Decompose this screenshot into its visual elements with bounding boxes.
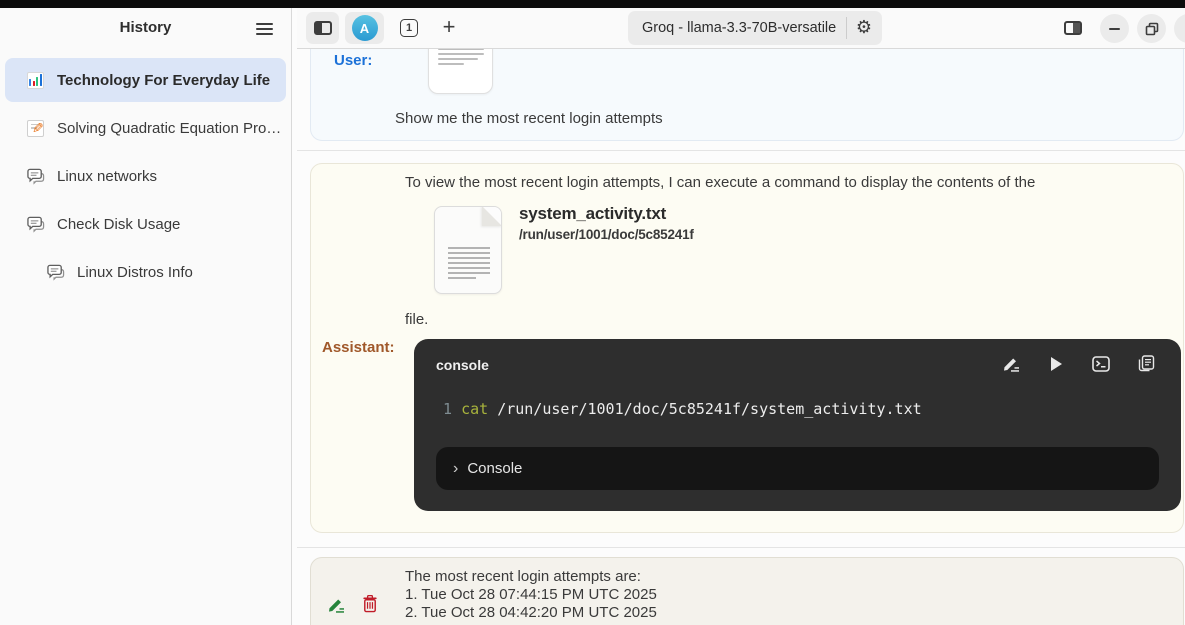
toggle-sidebar-button[interactable] <box>306 12 339 44</box>
file-attachment-icon[interactable] <box>434 206 502 294</box>
sidebar-item-technology-for-everyday-life[interactable]: Technology For Everyday Life <box>5 58 286 102</box>
chat-bubbles-icon <box>27 216 44 233</box>
profile-button[interactable]: A <box>345 12 384 44</box>
assistant-result-card: The most recent login attempts are: 1. T… <box>310 557 1184 625</box>
attachment-filename[interactable]: system_activity.txt <box>519 204 666 224</box>
console-output-expander[interactable]: › Console <box>436 447 1159 490</box>
console-expander-label: Console <box>467 460 522 477</box>
result-line: 1. Tue Oct 28 07:44:15 PM UTC 2025 <box>405 586 657 604</box>
sidebar-item-linux-networks[interactable]: Linux networks <box>5 154 286 198</box>
minimize-button[interactable] <box>1100 14 1129 43</box>
assistant-message-card: To view the most recent login attempts, … <box>310 163 1184 533</box>
chat-bubbles-icon <box>47 264 64 281</box>
edit-message-icon[interactable] <box>327 596 345 614</box>
run-code-icon[interactable] <box>1047 355 1065 373</box>
result-line: 2. Tue Oct 28 04:42:20 PM UTC 2025 <box>405 604 657 622</box>
copy-code-icon[interactable] <box>1137 355 1155 373</box>
assistant-intro-text: To view the most recent login attempts, … <box>405 174 1065 191</box>
sidebar-item-label: Technology For Everyday Life <box>57 72 270 89</box>
attachment-path: /run/user/1001/doc/5c85241f <box>519 227 694 242</box>
new-tab-button[interactable]: + <box>436 13 462 41</box>
panel-right-icon <box>1064 21 1082 35</box>
console-block-title: console <box>436 357 489 373</box>
document-thumbnail-icon[interactable] <box>428 49 493 94</box>
history-list: Technology For Everyday Life ✎ Solving Q… <box>5 58 286 298</box>
minimize-icon <box>1109 28 1120 30</box>
panel-left-icon <box>314 21 332 35</box>
assistant-outro-text: file. <box>405 311 428 328</box>
user-role-label: User: <box>334 52 372 69</box>
sidebar-item-label: Linux Distros Info <box>77 264 193 281</box>
close-button[interactable] <box>1174 14 1185 43</box>
result-line: The most recent login attempts are: <box>405 568 657 586</box>
tab-counter-button[interactable]: 1 <box>400 19 418 37</box>
main-header: A 1 + Groq - llama-3.3-70B-versatile ⚙ <box>297 8 1185 49</box>
code-line[interactable]: 1 cat /run/user/1001/doc/5c85241f/system… <box>443 400 922 418</box>
message-separator <box>297 547 1185 548</box>
line-number: 1 <box>443 400 452 418</box>
sidebar-item-linux-distros-info[interactable]: Linux Distros Info <box>5 250 286 294</box>
pill-divider <box>846 17 847 39</box>
user-message-card: User: Show me the most recent login atte… <box>310 49 1184 141</box>
avatar: A <box>352 15 378 41</box>
sidebar-title: History <box>0 19 291 36</box>
sidebar-item-label: Check Disk Usage <box>57 216 180 233</box>
gear-icon[interactable]: ⚙ <box>856 19 872 37</box>
edit-code-icon[interactable] <box>1002 355 1020 373</box>
delete-message-icon[interactable] <box>362 595 378 613</box>
restore-icon <box>1144 21 1160 37</box>
message-separator <box>297 150 1185 151</box>
model-selector-button[interactable]: Groq - llama-3.3-70B-versatile ⚙ <box>628 11 882 45</box>
sidebar-item-label: Solving Quadratic Equation Pro… <box>57 120 281 137</box>
chat-scroll-area[interactable]: User: Show me the most recent login atte… <box>297 49 1185 625</box>
menu-icon[interactable] <box>249 20 279 40</box>
console-code-block: console <box>414 339 1181 511</box>
page-fold <box>482 206 502 226</box>
note-pencil-icon: ✎ <box>27 120 44 137</box>
bar-chart-icon <box>27 72 44 89</box>
terminal-icon[interactable] <box>1092 355 1110 373</box>
screen-top-strip <box>0 0 1185 8</box>
assistant-role-label: Assistant: <box>322 339 395 356</box>
argument-token: /run/user/1001/doc/5c85241f/system_activ… <box>497 400 921 418</box>
restore-button[interactable] <box>1137 14 1166 43</box>
sidebar-item-check-disk-usage[interactable]: Check Disk Usage <box>5 202 286 246</box>
model-title: Groq - llama-3.3-70B-versatile <box>642 20 842 36</box>
user-message-text: Show me the most recent login attempts <box>395 110 663 127</box>
command-token: cat <box>461 400 497 418</box>
chevron-right-icon: › <box>453 460 458 478</box>
sidebar-item-solving-quadratic[interactable]: ✎ Solving Quadratic Equation Pro… <box>5 106 286 150</box>
history-sidebar: History Technology For Everyday Life ✎ S… <box>0 8 292 625</box>
console-toolbar <box>1002 355 1155 373</box>
chat-bubbles-icon <box>27 168 44 185</box>
sidebar-header: History <box>0 8 291 50</box>
result-text: The most recent login attempts are: 1. T… <box>405 568 657 622</box>
split-view-button[interactable] <box>1064 21 1082 35</box>
sidebar-item-label: Linux networks <box>57 168 157 185</box>
